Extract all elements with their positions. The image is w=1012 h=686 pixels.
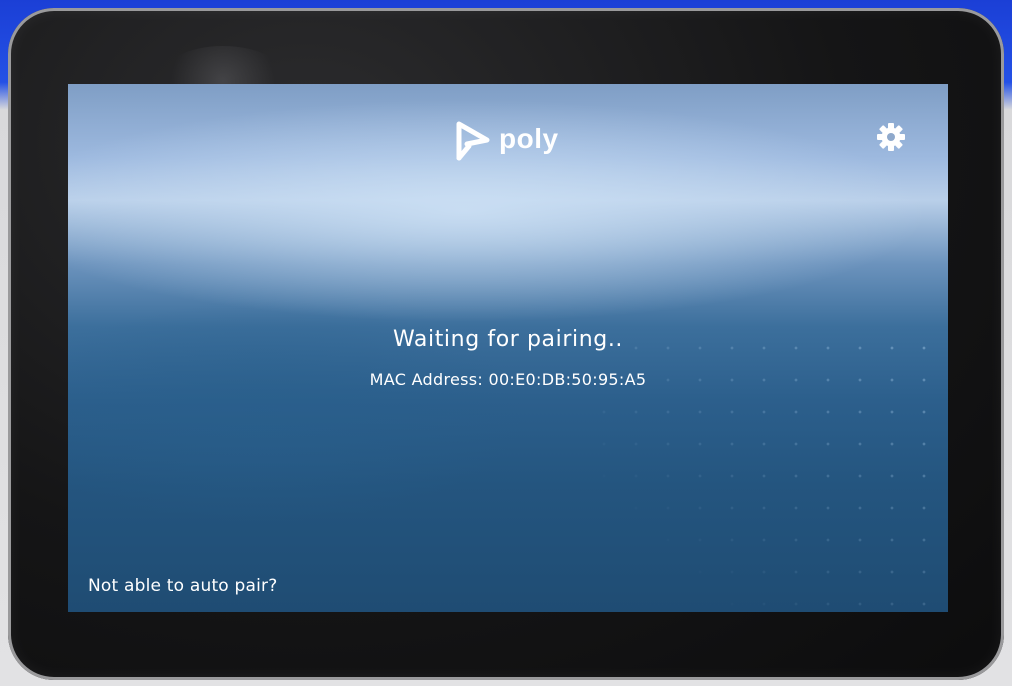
logo-text: poly bbox=[499, 123, 559, 154]
poly-logo: poly bbox=[453, 118, 559, 162]
poly-logo-icon bbox=[456, 121, 490, 161]
touch-screen: poly Waiting for pairing.. MAC Address: … bbox=[68, 84, 948, 612]
pairing-status: Waiting for pairing.. bbox=[392, 327, 624, 352]
auto-pair-help-link[interactable]: Not able to auto pair? bbox=[88, 576, 277, 596]
device-bezel: poly Waiting for pairing.. MAC Address: … bbox=[8, 8, 1004, 680]
gear-icon[interactable] bbox=[876, 122, 906, 152]
mac-address: MAC Address: 00:E0:DB:50:95:A5 bbox=[369, 370, 647, 389]
